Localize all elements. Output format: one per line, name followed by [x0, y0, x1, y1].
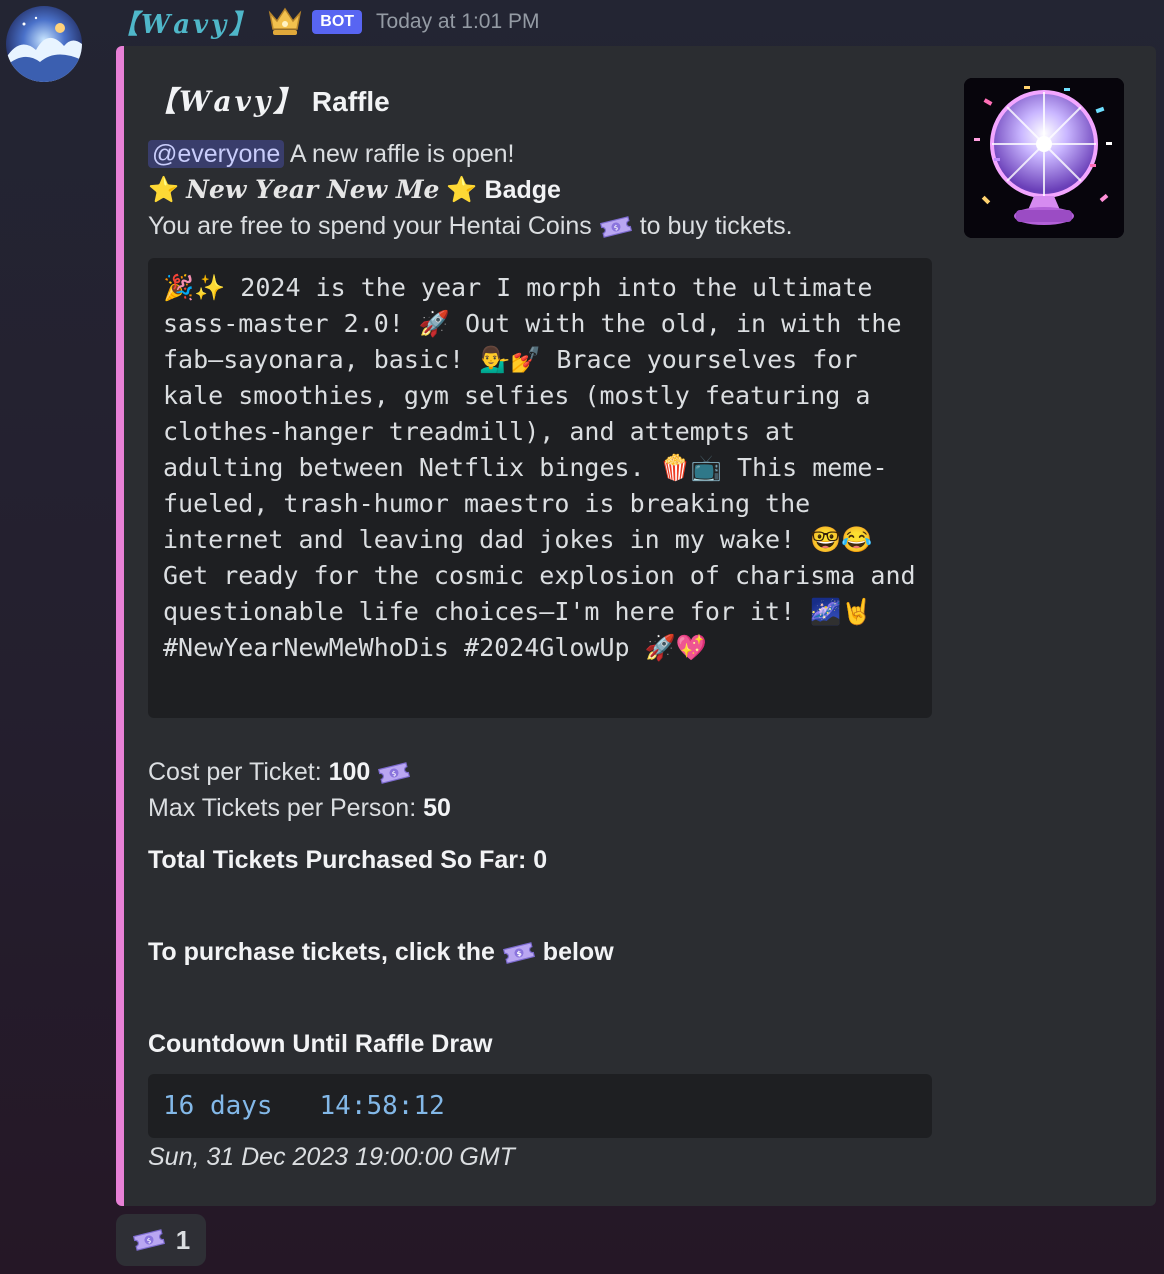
- reaction-count: 1: [175, 1224, 191, 1255]
- max-tickets-label: Max Tickets per Person:: [148, 794, 417, 822]
- everyone-mention[interactable]: @everyone: [148, 140, 285, 168]
- countdown-heading: Countdown Until Raffle Draw: [148, 1030, 493, 1058]
- message-header: 【𝑾𝒂𝒗𝒚】 BOT Today at 1:01 PM: [112, 2, 539, 42]
- star-icon: ⭐: [148, 176, 180, 204]
- purchase-instruction-line: To purchase tickets, click the $ below: [148, 934, 614, 970]
- badge-line: ⭐ 𝑵𝒆𝒘 𝒀𝒆𝒂𝒓 𝑵𝒆𝒘 𝑴𝒆 ⭐ Badge: [148, 172, 938, 208]
- bot-tag: BOT: [312, 10, 363, 34]
- username[interactable]: 【𝑾𝒂𝒗𝒚】: [112, 4, 258, 41]
- total-tickets-line: Total Tickets Purchased So Far: 0: [148, 846, 548, 874]
- raffle-description-codeblock: 🎉✨ 2024 is the year I morph into the ult…: [148, 258, 932, 718]
- draw-date[interactable]: Sun, 31 Dec 2023 19:00:00 GMT: [148, 1138, 515, 1176]
- countdown-timer: 16 days 14:58:12: [148, 1074, 932, 1138]
- max-tickets-line: Max Tickets per Person: 50: [148, 790, 451, 826]
- announcement-line: @everyone A new raffle is open!: [148, 136, 938, 172]
- spend-text-before: You are free to spend your Hentai Coins: [148, 212, 592, 240]
- ticket-icon: $: [377, 759, 411, 785]
- star-icon: ⭐: [446, 176, 478, 204]
- bot-avatar[interactable]: [6, 6, 82, 82]
- embed-title-server: 【𝑾𝒂𝒗𝒚】: [148, 85, 305, 118]
- ticket-icon: $: [132, 1227, 166, 1253]
- cost-value: 100: [328, 758, 371, 786]
- cost-line: Cost per Ticket: 100 $: [148, 754, 411, 790]
- raffle-wheel-thumbnail[interactable]: [964, 78, 1124, 238]
- announcement-text: A new raffle is open!: [289, 140, 515, 168]
- embed-description: @everyone A new raffle is open! ⭐ 𝑵𝒆𝒘 𝒀𝒆…: [148, 136, 938, 244]
- max-tickets-value: 50: [423, 794, 451, 822]
- badge-name: 𝑵𝒆𝒘 𝒀𝒆𝒂𝒓 𝑵𝒆𝒘 𝑴𝒆: [186, 175, 440, 204]
- badge-suffix: Badge: [484, 176, 561, 204]
- embed-title: 【𝑾𝒂𝒗𝒚】 Raffle: [148, 80, 390, 120]
- raffle-embed: 【𝑾𝒂𝒗𝒚】 Raffle @everyone A new raffle is …: [116, 46, 1156, 1206]
- cost-label: Cost per Ticket:: [148, 758, 322, 786]
- ticket-icon: $: [599, 213, 633, 239]
- embed-title-text: Raffle: [311, 86, 390, 117]
- message-timestamp[interactable]: Today at 1:01 PM: [376, 10, 539, 34]
- purchase-text-after: below: [542, 938, 614, 966]
- spend-text-after: to buy tickets.: [639, 212, 793, 240]
- crown-role-icon: [266, 5, 304, 39]
- ticket-icon: $: [502, 939, 536, 965]
- purchase-text-before: To purchase tickets, click the: [148, 938, 495, 966]
- spend-line: You are free to spend your Hentai Coins …: [148, 208, 938, 244]
- ticket-reaction-button[interactable]: $ 1: [116, 1214, 206, 1266]
